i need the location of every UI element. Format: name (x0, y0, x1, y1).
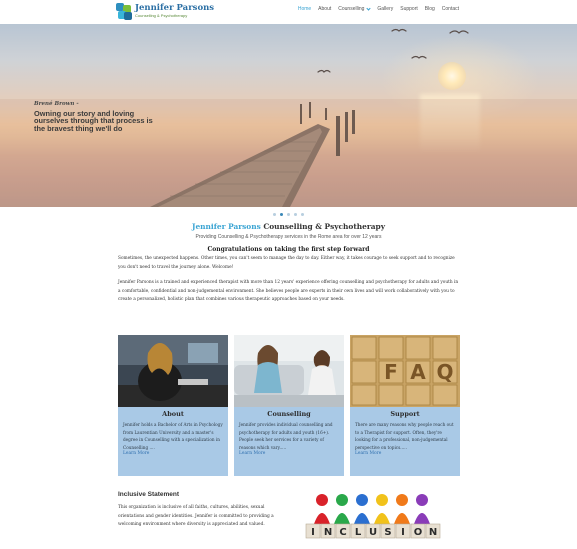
support-faq-photo: FAQ (350, 335, 460, 407)
nav-item-counselling[interactable]: Counselling (338, 5, 372, 12)
inclusion-image: INCLUSION (292, 490, 458, 540)
quote-text: Owning our story and loving ourselves th… (34, 109, 153, 133)
card-support-title: Support (390, 410, 420, 418)
inclusive-text: This organization is inclusive of all fa… (118, 505, 274, 527)
svg-text:U: U (369, 527, 377, 538)
svg-text:N: N (324, 527, 332, 538)
hero-quote: Brené Brown - Owning our story and lovin… (34, 101, 164, 132)
quote-author: Brené Brown - (34, 101, 79, 107)
svg-text:F: F (384, 360, 398, 384)
logo-icon (116, 3, 132, 20)
card-about-title: About (162, 410, 184, 418)
slider-dot[interactable] (294, 213, 297, 216)
nav-item-blog[interactable]: Blog (425, 6, 435, 12)
svg-text:O: O (414, 527, 423, 538)
inclusive-title: Inclusive Statement (118, 491, 180, 498)
intro-title-brand: Jennifer Parsons (191, 222, 261, 231)
svg-text:N: N (429, 527, 437, 538)
nav-item-contact[interactable]: Contact (442, 6, 459, 12)
intro-subtitle: Providing Counselling & Psychotherapy se… (195, 234, 382, 240)
intro-title-rest: Counselling & Psychotherapy (260, 222, 385, 231)
card-counselling: Counselling Jennifer provides individual… (234, 335, 344, 476)
about-photo (118, 335, 228, 407)
chevron-down-icon (366, 5, 372, 11)
intro-paragraph-2: Jennifer Parsons is a trained and experi… (118, 280, 459, 302)
card-support: FAQ Support There are many reasons why p… (350, 335, 460, 476)
card-about: About Jennifer holds a Bachelor of Arts … (118, 335, 228, 476)
svg-text:L: L (355, 527, 362, 538)
nav-item-about[interactable]: About (318, 6, 331, 12)
slider-dot[interactable] (301, 213, 304, 216)
nav-item-gallery[interactable]: Gallery (377, 6, 393, 12)
intro-paragraph-1: Sometimes, the unexpected happens. Other… (118, 256, 455, 270)
svg-text:I: I (311, 527, 315, 538)
counselling-photo (234, 335, 344, 407)
card-about-learn-more-link[interactable]: Learn More (118, 451, 228, 456)
svg-text:Q: Q (436, 360, 453, 384)
hero-slider: Brené Brown - Owning our story and lovin… (0, 24, 577, 207)
intro-title: Jennifer Parsons Counselling & Psychothe… (0, 222, 577, 231)
site-header: Jennifer Parsons Counselling & Psychothe… (0, 0, 577, 24)
svg-text:I: I (401, 527, 405, 538)
svg-text:S: S (384, 527, 391, 538)
card-counselling-title: Counselling (267, 410, 311, 418)
svg-text:A: A (410, 360, 426, 384)
slider-dots (0, 213, 577, 216)
slider-dot[interactable] (273, 213, 276, 216)
card-support-body: There are many reasons why people reach … (355, 422, 454, 450)
nav-item-counselling-label: Counselling (338, 6, 365, 12)
logo-tagline: Counselling & Psychotherapy (135, 13, 188, 18)
card-counselling-learn-more-link[interactable]: Learn More (234, 451, 344, 456)
slider-dot-active[interactable] (280, 213, 283, 216)
intro-heading: Congratulations on taking the first step… (207, 246, 370, 253)
nav-item-support[interactable]: Support (400, 6, 418, 12)
card-support-learn-more-link[interactable]: Learn More (350, 451, 460, 456)
logo-name: Jennifer Parsons (135, 3, 215, 13)
main-nav: Home About Counselling Gallery Support B… (291, 5, 459, 12)
card-counselling-body: Jennifer provides individual counselling… (239, 422, 333, 450)
slider-dot[interactable] (287, 213, 290, 216)
svg-text:C: C (339, 527, 346, 538)
nav-item-home[interactable]: Home (298, 6, 311, 12)
card-about-body: Jennifer holds a Bachelor of Arts in Psy… (123, 422, 223, 450)
logo[interactable]: Jennifer Parsons Counselling & Psychothe… (116, 3, 215, 20)
